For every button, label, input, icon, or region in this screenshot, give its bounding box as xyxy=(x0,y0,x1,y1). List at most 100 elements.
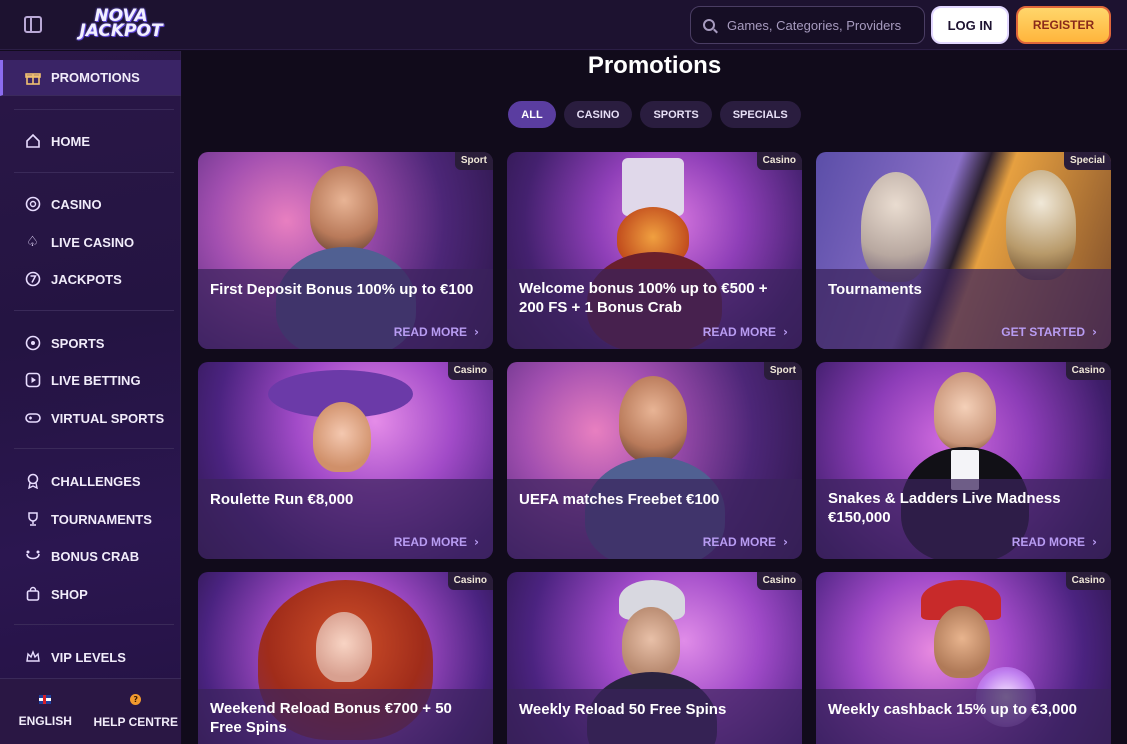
sidebar-item-home[interactable]: HOME xyxy=(0,123,181,159)
card-title: First Deposit Bonus 100% up to €100 xyxy=(210,281,474,298)
ball-icon xyxy=(24,335,41,352)
sidebar-divider xyxy=(14,310,174,311)
sidebar-item-promotions[interactable]: PROMOTIONS xyxy=(0,60,181,96)
sidebar-item-label: LIVE CASINO xyxy=(51,234,135,250)
sidebar-item-vip-levels[interactable]: VIP LEVELS xyxy=(0,639,181,675)
cta-label: READ MORE xyxy=(393,325,468,339)
category-badge: Casino xyxy=(1065,572,1111,590)
category-badge: Casino xyxy=(447,572,493,590)
card-title: Weekend Reload Bonus €700 + 50 Free Spin… xyxy=(210,700,452,736)
home-icon xyxy=(24,133,41,150)
category-badge: Sport xyxy=(454,152,493,170)
chevron-right-icon: › xyxy=(1092,535,1097,549)
sidebar-item-bonus-crab[interactable]: BONUS CRAB xyxy=(0,538,181,574)
language-selector[interactable]: ENGLISH xyxy=(0,679,91,744)
read-more-link[interactable]: READ MORE › xyxy=(1012,535,1097,549)
filter-tab-sports[interactable]: SPORTS xyxy=(640,101,712,128)
cta-label: GET STARTED xyxy=(1001,325,1086,339)
filter-tab-casino[interactable]: CASINO xyxy=(563,101,633,128)
language-label: ENGLISH xyxy=(18,714,72,728)
sidebar-item-label: VIRTUAL SPORTS xyxy=(51,410,165,426)
help-icon: ? xyxy=(130,694,142,705)
read-more-link[interactable]: READ MORE › xyxy=(394,535,479,549)
register-button[interactable]: REGISTER xyxy=(1016,6,1111,44)
filter-tab-all[interactable]: ALL xyxy=(508,101,556,128)
sidebar-divider xyxy=(14,172,174,173)
promo-card[interactable]: Sport First Deposit Bonus 100% up to €10… xyxy=(198,152,493,349)
search-box[interactable] xyxy=(690,6,925,44)
sidebar-item-sports[interactable]: SPORTS xyxy=(0,325,181,361)
card-title: UEFA matches Freebet €100 xyxy=(519,491,720,508)
promo-card[interactable]: Special Tournaments GET STARTED › xyxy=(816,152,1111,349)
gamepad-icon xyxy=(24,410,41,427)
sidebar-item-virtual-sports[interactable]: VIRTUAL SPORTS xyxy=(0,400,181,436)
chevron-right-icon: › xyxy=(783,535,788,549)
page-title: Promotions xyxy=(587,52,722,79)
sidebar-item-label: CHALLENGES xyxy=(51,473,141,489)
search-icon xyxy=(703,19,715,31)
sidebar-item-shop[interactable]: SHOP xyxy=(0,576,181,612)
chevron-right-icon: › xyxy=(1092,325,1097,339)
card-title: Roulette Run €8,000 xyxy=(210,491,354,508)
card-title: Tournaments xyxy=(828,281,922,298)
top-bar: NOVA JACKPOT LOG IN REGISTER xyxy=(0,0,1127,50)
sidebar-item-casino[interactable]: CASINO xyxy=(0,186,181,222)
sidebar-footer: ENGLISH ? HELP CENTRE xyxy=(0,678,181,744)
promo-card[interactable]: Casino Weekly cashback 15% up to €3,000 xyxy=(816,572,1111,744)
cta-label: READ MORE xyxy=(702,535,777,549)
chip-icon xyxy=(24,196,41,213)
promo-card[interactable]: Casino Snakes & Ladders Live Madness €15… xyxy=(816,362,1111,559)
sidebar-item-live-casino[interactable]: ♤ LIVE CASINO xyxy=(0,224,181,260)
sidebar-item-tournaments[interactable]: TOURNAMENTS xyxy=(0,501,181,537)
promo-card[interactable]: Casino Welcome bonus 100% up to €500 + 2… xyxy=(507,152,802,349)
category-badge: Casino xyxy=(756,152,802,170)
sidebar-divider xyxy=(14,109,174,110)
login-button[interactable]: LOG IN xyxy=(931,6,1009,44)
sidebar-item-challenges[interactable]: CHALLENGES xyxy=(0,463,181,499)
filter-tabs: ALL CASINO SPORTS SPECIALS xyxy=(182,101,1127,128)
uk-flag-icon xyxy=(39,695,52,704)
spade-icon: ♤ xyxy=(26,234,39,250)
sidebar: PROMOTIONS HOME CASINO ♤ LIVE CASINO JAC… xyxy=(0,51,181,744)
sidebar-divider xyxy=(14,624,174,625)
trophy-icon xyxy=(24,511,41,528)
sidebar-item-label: PROMOTIONS xyxy=(51,70,140,85)
sidebar-item-jackpots[interactable]: JACKPOTS xyxy=(0,261,181,297)
promo-card[interactable]: Casino Weekend Reload Bonus €700 + 50 Fr… xyxy=(198,572,493,744)
promo-card[interactable]: Sport UEFA matches Freebet €100 READ MOR… xyxy=(507,362,802,559)
bag-icon xyxy=(24,586,41,603)
cta-label: READ MORE xyxy=(702,325,777,339)
logo[interactable]: NOVA JACKPOT xyxy=(68,6,174,42)
cta-label: READ MORE xyxy=(393,535,468,549)
crab-icon xyxy=(24,548,41,565)
chevron-right-icon: › xyxy=(783,325,788,339)
logo-text-jackpot: JACKPOT xyxy=(79,21,163,41)
sidebar-item-label: VIP LEVELS xyxy=(51,649,126,665)
sidebar-item-label: BONUS CRAB xyxy=(51,548,140,564)
category-badge: Casino xyxy=(756,572,802,590)
read-more-link[interactable]: READ MORE › xyxy=(703,535,788,549)
seven-icon xyxy=(24,271,41,288)
sidebar-item-label: LIVE BETTING xyxy=(51,372,141,388)
sidebar-item-label: TOURNAMENTS xyxy=(51,511,152,527)
sidebar-toggle-icon[interactable] xyxy=(24,16,42,33)
filter-tab-specials[interactable]: SPECIALS xyxy=(719,101,801,128)
get-started-link[interactable]: GET STARTED › xyxy=(1001,325,1097,339)
category-badge: Casino xyxy=(1065,362,1111,380)
read-more-link[interactable]: READ MORE › xyxy=(394,325,479,339)
help-centre-link[interactable]: ? HELP CENTRE xyxy=(91,679,182,744)
sidebar-item-live-betting[interactable]: LIVE BETTING xyxy=(0,362,181,398)
card-title: Weekly Reload 50 Free Spins xyxy=(519,701,727,718)
gift-icon xyxy=(24,69,41,86)
crown-icon xyxy=(24,649,41,666)
read-more-link[interactable]: READ MORE › xyxy=(703,325,788,339)
chevron-right-icon: › xyxy=(474,535,479,549)
promo-card[interactable]: Casino Roulette Run €8,000 READ MORE › xyxy=(198,362,493,559)
card-title: Weekly cashback 15% up to €3,000 xyxy=(828,701,1078,718)
card-title: Welcome bonus 100% up to €500 + 200 FS +… xyxy=(519,280,768,316)
category-badge: Casino xyxy=(447,362,493,380)
search-input[interactable] xyxy=(727,17,917,33)
sidebar-divider xyxy=(14,448,174,449)
promo-card[interactable]: Casino Weekly Reload 50 Free Spins xyxy=(507,572,802,744)
card-title: Snakes & Ladders Live Madness €150,000 xyxy=(828,490,1061,526)
